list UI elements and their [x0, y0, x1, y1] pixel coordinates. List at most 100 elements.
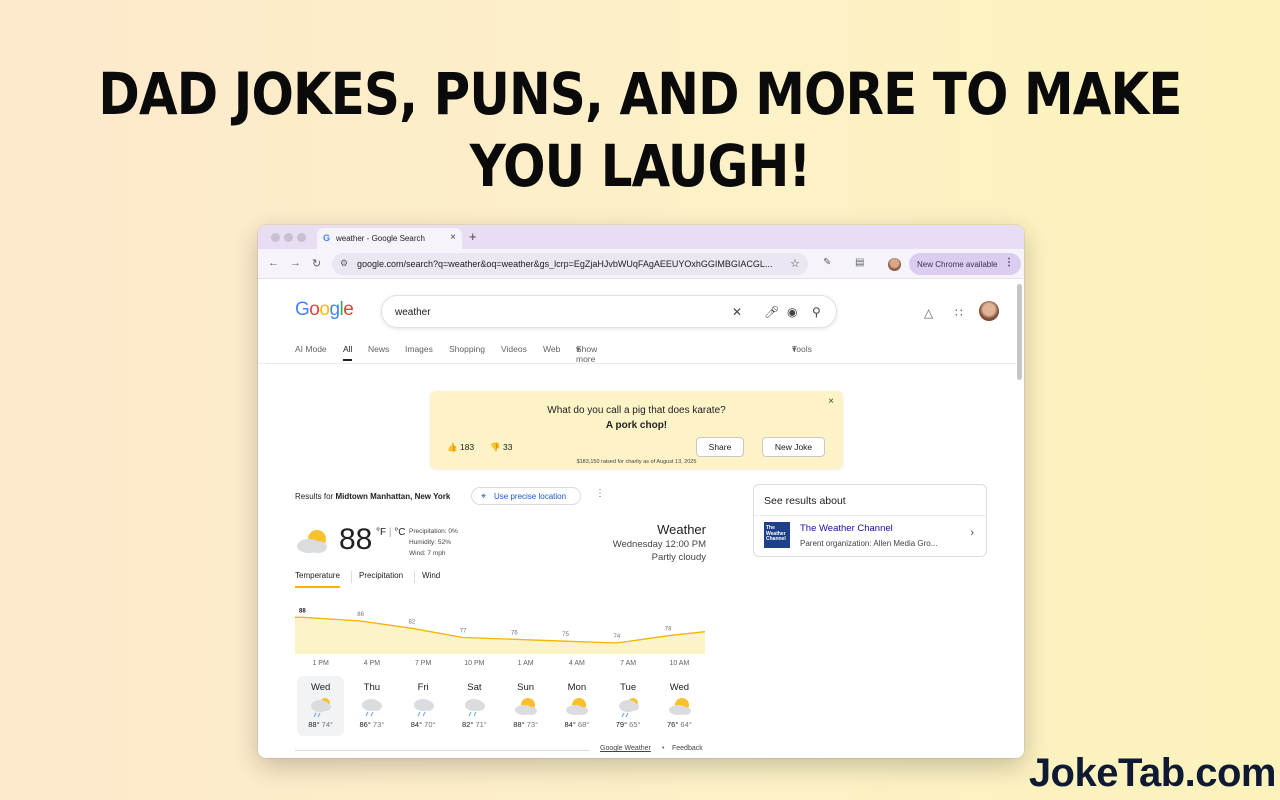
day-high-low: 88° 74°: [297, 720, 344, 729]
unit-toggle[interactable]: °F | °C: [376, 527, 406, 538]
forward-icon[interactable]: →: [290, 257, 301, 269]
tools-label: Tools: [792, 344, 812, 354]
tab-videos[interactable]: Videos: [501, 344, 527, 354]
apps-grid-icon[interactable]: ∷: [955, 306, 963, 320]
extensions-icon[interactable]: ✎: [823, 257, 831, 268]
temperature-chart[interactable]: 88 86 82 77 76 75 74 78: [295, 596, 705, 654]
new-tab-button[interactable]: +: [469, 229, 477, 244]
browser-tab[interactable]: G weather - Google Search ×: [317, 228, 462, 249]
tab-show-more[interactable]: Show more ▾: [576, 344, 597, 364]
url-text[interactable]: google.com/search?q=weather&oq=weather&g…: [357, 259, 777, 269]
use-precise-location-button[interactable]: ⌖ Use precise location: [471, 487, 581, 505]
forecast-day[interactable]: Wed 88° 74°: [297, 676, 345, 736]
lens-icon[interactable]: ◉: [787, 305, 797, 319]
forecast-day[interactable]: Wed 76° 64°: [656, 676, 703, 736]
temperature-point-label: 75: [562, 632, 569, 638]
new-chrome-available-button[interactable]: New Chrome available ⋮: [909, 253, 1021, 275]
profile-avatar[interactable]: [888, 258, 901, 271]
google-weather-link[interactable]: Google Weather: [600, 745, 651, 752]
unit-f[interactable]: °F: [376, 527, 386, 538]
promo-headline-line2: YOU LAUGH!: [469, 132, 812, 200]
nav-divider: [258, 363, 1016, 364]
more-options-icon[interactable]: ⋮: [595, 488, 605, 499]
weather-condition: Partly cloudy: [651, 552, 706, 563]
temperature-point-label: 82: [409, 619, 416, 625]
tab-web[interactable]: Web: [543, 344, 560, 354]
share-button[interactable]: Share: [696, 437, 744, 457]
rain-icon: [464, 699, 485, 717]
hour-label: 7 AM: [620, 660, 637, 667]
search-input[interactable]: weather ✕ 🎤︎ ◉ ⚲: [381, 295, 837, 328]
kebab-menu-icon[interactable]: ⋮: [1004, 257, 1014, 268]
precise-location-label: Use precise location: [494, 492, 567, 501]
tab-tools[interactable]: Tools ▾: [792, 344, 812, 355]
forecast-day[interactable]: Thu 86° 73°: [348, 676, 395, 736]
account-avatar[interactable]: [979, 301, 999, 321]
temperature-point-label: 74: [614, 634, 621, 640]
search-query[interactable]: weather: [395, 307, 431, 318]
brand-logo: JokeTab.com: [1028, 751, 1277, 795]
location-target-icon: ⌖: [481, 491, 487, 501]
day-low: 64°: [680, 720, 692, 729]
tab-shopping[interactable]: Shopping: [449, 344, 485, 354]
tab-news[interactable]: News: [368, 344, 389, 354]
day-name: Thu: [363, 682, 381, 693]
entity-name[interactable]: The Weather Channel: [800, 523, 893, 534]
day-name: Wed: [310, 682, 331, 693]
page-scrollbar[interactable]: [1017, 284, 1022, 380]
forecast-day[interactable]: Tue 79° 65°: [605, 676, 652, 736]
rain-sun-icon: [311, 698, 332, 718]
tab-precipitation[interactable]: Precipitation: [359, 571, 403, 580]
tab-all[interactable]: All: [343, 344, 353, 361]
forecast-day[interactable]: Sat 82° 71°: [451, 676, 498, 736]
hour-label: 10 AM: [669, 660, 690, 667]
forecast-day[interactable]: Fri 84° 70°: [400, 676, 447, 736]
temperature-point-label: 88: [299, 608, 306, 614]
star-icon[interactable]: ☆: [790, 257, 800, 270]
tab-wind[interactable]: Wind: [422, 571, 440, 580]
thumbs-down-button[interactable]: 👎 33: [490, 442, 512, 453]
day-name: Tue: [620, 682, 637, 693]
search-icon[interactable]: ⚲: [812, 305, 821, 319]
new-joke-button[interactable]: New Joke: [762, 437, 825, 457]
hour-label: 4 PM: [363, 660, 381, 667]
tab-ai-mode[interactable]: AI Mode: [295, 344, 327, 354]
precipitation: Precipitation: 0%: [409, 528, 458, 535]
thumbs-down-count: 33: [502, 442, 513, 452]
unit-c[interactable]: °C: [394, 527, 405, 538]
browser-window: G weather - Google Search × + ← → ↻ ⚙ go…: [258, 225, 1024, 758]
chevron-right-icon[interactable]: ›: [970, 527, 974, 539]
google-logo[interactable]: Google: [295, 299, 354, 321]
chrome-update-label: New Chrome available: [917, 260, 998, 269]
maximize-window-dot[interactable]: [297, 233, 306, 242]
tab-temperature[interactable]: Temperature: [295, 571, 340, 588]
day-high-low: 84° 70°: [400, 720, 447, 729]
entity-org: Parent organization: Allen Media Gro...: [800, 539, 938, 548]
thumbs-up-button[interactable]: 👍 183: [447, 442, 474, 453]
tab-close-icon[interactable]: ×: [450, 232, 456, 243]
weather-title: Weather: [657, 522, 706, 537]
tab-strip: G weather - Google Search × +: [258, 225, 1024, 249]
back-icon[interactable]: ←: [268, 257, 279, 269]
day-high: 86°: [359, 720, 371, 729]
feedback-link[interactable]: Feedback: [672, 745, 703, 752]
mic-icon[interactable]: 🎤︎: [764, 305, 779, 319]
temperature-point-label: 86: [357, 612, 364, 618]
close-window-dot[interactable]: [271, 233, 280, 242]
forecast-day[interactable]: Sun 88° 73°: [502, 676, 549, 736]
results-for: Results for Midtown Manhattan, New York: [295, 492, 450, 501]
tune-icon[interactable]: ⚙: [340, 258, 348, 269]
tab-search-icon[interactable]: ▤: [855, 257, 864, 268]
tab-images[interactable]: Images: [405, 344, 433, 354]
forecast-day[interactable]: Mon 84° 68°: [553, 676, 600, 736]
labs-flask-icon[interactable]: △: [924, 306, 933, 320]
joke-card: × What do you call a pig that does karat…: [430, 391, 843, 469]
day-high: 84°: [564, 720, 576, 729]
address-bar[interactable]: ⚙ google.com/search?q=weather&oq=weather…: [332, 253, 808, 275]
minimize-window-dot[interactable]: [284, 233, 293, 242]
clear-icon[interactable]: ✕: [732, 305, 742, 319]
reload-icon[interactable]: ↻: [312, 257, 321, 270]
thumbs-down-icon: 👎: [490, 442, 501, 452]
day-name: Sat: [467, 682, 482, 693]
day-high: 88°: [308, 720, 320, 729]
